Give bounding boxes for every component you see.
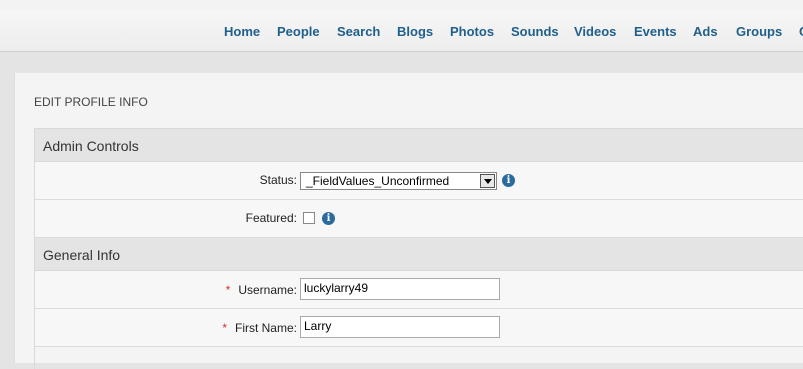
nav-item-blogs[interactable]: Blogs (397, 24, 433, 39)
nav-item-sounds[interactable]: Sounds (511, 24, 559, 39)
status-label: Status: (259, 173, 297, 187)
username-label-text: Username: (238, 283, 297, 297)
status-select[interactable]: _FieldValues_Unconfirmed (300, 172, 497, 190)
status-row: Status: _FieldValues_Unconfirmed i (35, 162, 803, 200)
info-icon[interactable]: i (502, 174, 515, 187)
username-input[interactable]: luckylarry49 (300, 278, 500, 300)
featured-checkbox[interactable] (303, 212, 315, 224)
section-title: General Info (43, 247, 121, 263)
first-name-label: * First Name: (222, 321, 297, 335)
nav-item-more[interactable]: C (799, 24, 803, 39)
nav-item-photos[interactable]: Photos (450, 24, 494, 39)
featured-row: Featured: i (35, 200, 803, 238)
featured-label: Featured: (245, 211, 297, 225)
content-panel: EDIT PROFILE INFO Admin Controls Status:… (14, 72, 803, 369)
nav-item-search[interactable]: Search (337, 24, 380, 39)
username-label: * Username: (226, 283, 297, 297)
chevron-down-icon[interactable] (480, 174, 495, 188)
edit-profile-form: Admin Controls Status: _FieldValues_Unco… (34, 128, 803, 369)
nav-item-ads[interactable]: Ads (693, 24, 718, 39)
first-name-input[interactable]: Larry (300, 316, 500, 338)
nav-item-home[interactable]: Home (224, 24, 260, 39)
nav-item-groups[interactable]: Groups (736, 24, 782, 39)
nav-item-videos[interactable]: Videos (574, 24, 616, 39)
required-asterisk: * (225, 283, 231, 297)
nav-item-events[interactable]: Events (634, 24, 677, 39)
section-header-admin-controls: Admin Controls (35, 129, 803, 162)
section-header-general-info: General Info (35, 238, 803, 271)
first-name-row: * First Name: Larry (35, 309, 803, 347)
status-select-value: _FieldValues_Unconfirmed (306, 174, 450, 188)
required-asterisk: * (222, 321, 227, 335)
section-title: Admin Controls (43, 138, 139, 154)
info-icon[interactable]: i (322, 212, 335, 225)
nav-item-people[interactable]: People (277, 24, 320, 39)
page-title: EDIT PROFILE INFO (34, 95, 148, 109)
first-name-label-text: First Name: (234, 321, 297, 335)
username-row: * Username: luckylarry49 (35, 271, 803, 309)
